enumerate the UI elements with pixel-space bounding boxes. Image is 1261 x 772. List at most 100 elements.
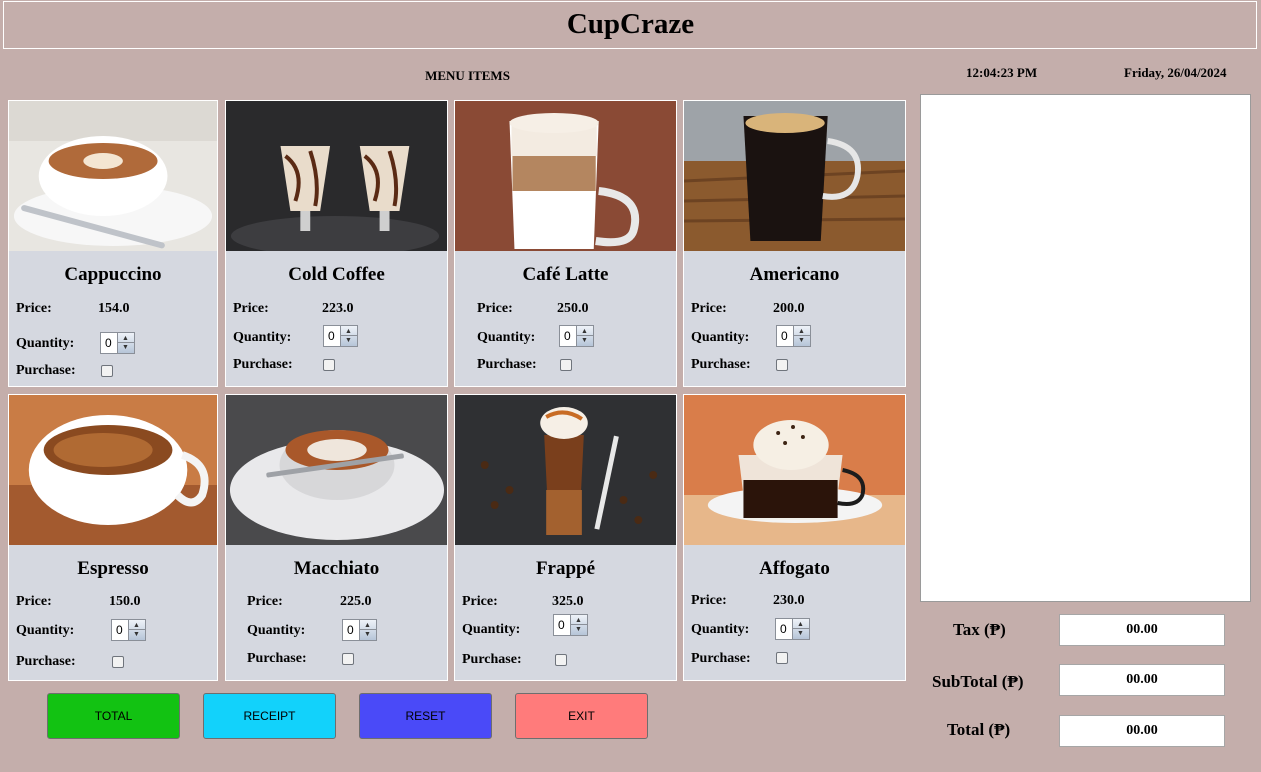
purchase-label: Purchase: [691, 651, 751, 666]
spinner-down-icon[interactable]: ▼ [797, 630, 804, 637]
quantity-label: Quantity: [16, 336, 75, 351]
total-button[interactable]: TOTAL [47, 693, 180, 739]
quantity-spinner[interactable]: 0 ▲ ▼ [559, 325, 594, 347]
price-value: 250.0 [557, 301, 589, 316]
menu-card-espresso: Espresso Price: 150.0 Quantity: 0 ▲ ▼ Pur… [8, 394, 218, 681]
price-value: 150.0 [109, 594, 141, 609]
spinner-up-icon[interactable]: ▲ [345, 328, 352, 335]
price-value: 225.0 [340, 594, 372, 609]
receipt-text-area[interactable] [920, 94, 1251, 602]
spinner-up-icon[interactable]: ▲ [133, 622, 140, 629]
americano-photo [684, 101, 905, 251]
price-label: Price: [477, 301, 513, 316]
purchase-label: Purchase: [462, 652, 522, 667]
spinner-down-icon[interactable]: ▼ [798, 337, 805, 344]
spinner-down-icon[interactable]: ▼ [581, 337, 588, 344]
spinner-down-icon[interactable]: ▼ [345, 337, 352, 344]
spinner-up-icon[interactable]: ▲ [122, 335, 129, 342]
item-name: Macchiato [293, 558, 380, 579]
price-label: Price: [462, 594, 498, 609]
item-name: Affogato [759, 558, 830, 579]
price-label: Price: [16, 301, 52, 316]
total-field[interactable]: 00.00 [1059, 715, 1225, 747]
quantity-label: Quantity: [233, 330, 292, 345]
app-title: CupCraze [566, 8, 695, 40]
affogato-photo [684, 395, 905, 545]
purchase-label: Purchase: [247, 651, 307, 666]
tax-field[interactable]: 00.00 [1059, 614, 1225, 646]
quantity-label: Quantity: [477, 330, 536, 345]
price-label: Price: [691, 593, 727, 608]
receipt-button[interactable]: RECEIPT [203, 693, 336, 739]
price-label: Price: [16, 594, 52, 609]
quantity-value: 0 [780, 622, 787, 636]
menu-card-cold-coffee: Cold Coffee Price: 223.0 Quantity: 0 ▲ ▼ … [225, 100, 448, 387]
quantity-label: Quantity: [691, 622, 750, 637]
purchase-checkbox[interactable] [112, 656, 124, 668]
purchase-checkbox[interactable] [560, 359, 572, 371]
menu-card-frappe: Frappé Price: 325.0 Quantity: 0 ▲ ▼ Purch… [454, 394, 677, 681]
price-label: Price: [691, 301, 727, 316]
quantity-spinner[interactable]: 0 ▲ ▼ [776, 325, 811, 347]
price-value: 230.0 [773, 593, 805, 608]
purchase-checkbox[interactable] [323, 359, 335, 371]
quantity-value: 0 [116, 623, 123, 637]
purchase-checkbox[interactable] [555, 654, 567, 666]
spinner-up-icon[interactable]: ▲ [581, 328, 588, 335]
spinner-down-icon[interactable]: ▼ [575, 626, 582, 633]
purchase-checkbox[interactable] [342, 653, 354, 665]
purchase-label: Purchase: [16, 654, 76, 669]
cafe-latte-photo [455, 101, 676, 251]
item-name: Americano [749, 264, 840, 285]
quantity-spinner[interactable]: 0 ▲ ▼ [323, 325, 358, 347]
quantity-spinner[interactable]: 0 ▲ ▼ [553, 614, 588, 636]
purchase-checkbox[interactable] [776, 359, 788, 371]
purchase-checkbox[interactable] [101, 365, 113, 377]
purchase-label: Purchase: [233, 357, 293, 372]
quantity-value: 0 [564, 329, 571, 343]
purchase-label: Purchase: [691, 357, 751, 372]
clock-time: 12:04:23 PM [966, 65, 1038, 80]
clock-date: Friday, 26/04/2024 [1124, 65, 1227, 80]
item-name: Cold Coffee [288, 264, 385, 285]
exit-button[interactable]: EXIT [515, 693, 648, 739]
price-value: 223.0 [322, 301, 354, 316]
quantity-label: Quantity: [462, 622, 521, 637]
price-value: 154.0 [98, 301, 130, 316]
purchase-checkbox[interactable] [776, 652, 788, 664]
spinner-up-icon[interactable]: ▲ [364, 622, 371, 629]
quantity-value: 0 [558, 618, 565, 632]
quantity-spinner[interactable]: 0 ▲ ▼ [775, 618, 810, 640]
spinner-up-icon[interactable]: ▲ [798, 328, 805, 335]
subtotal-label: SubTotal (₱) [932, 672, 1024, 691]
item-name: Cappuccino [64, 264, 162, 285]
spinner-down-icon[interactable]: ▼ [122, 344, 129, 351]
spinner-up-icon[interactable]: ▲ [797, 621, 804, 628]
quantity-label: Quantity: [247, 623, 306, 638]
menu-card-americano: Americano Price: 200.0 Quantity: 0 ▲ ▼ Pu… [683, 100, 906, 387]
tax-label: Tax (₱) [953, 620, 1006, 639]
quantity-spinner[interactable]: 0 ▲ ▼ [111, 619, 146, 641]
subtotal-field[interactable]: 00.00 [1059, 664, 1225, 696]
quantity-spinner[interactable]: 0 ▲ ▼ [100, 332, 135, 354]
spinner-up-icon[interactable]: ▲ [575, 617, 582, 624]
purchase-label: Purchase: [16, 363, 76, 378]
spinner-down-icon[interactable]: ▼ [133, 631, 140, 638]
quantity-label: Quantity: [16, 623, 75, 638]
menu-card-cappuccino: Cappuccino Price: 154.0 Quantity: 0 ▲ ▼ P… [8, 100, 218, 387]
quantity-value: 0 [347, 623, 354, 637]
spinner-down-icon[interactable]: ▼ [364, 631, 371, 638]
price-value: 325.0 [552, 594, 584, 609]
quantity-label: Quantity: [691, 330, 750, 345]
price-label: Price: [247, 594, 283, 609]
reset-button[interactable]: RESET [359, 693, 492, 739]
quantity-spinner[interactable]: 0 ▲ ▼ [342, 619, 377, 641]
menu-title: MENU ITEMS [425, 68, 510, 83]
price-label: Price: [233, 301, 269, 316]
cold-coffee-photo [226, 101, 447, 251]
menu-card-macchiato: Macchiato Price: 225.0 Quantity: 0 ▲ ▼ Pu… [225, 394, 448, 681]
quantity-value: 0 [328, 329, 335, 343]
price-value: 200.0 [773, 301, 805, 316]
espresso-photo [9, 395, 217, 545]
macchiato-photo [226, 395, 447, 545]
